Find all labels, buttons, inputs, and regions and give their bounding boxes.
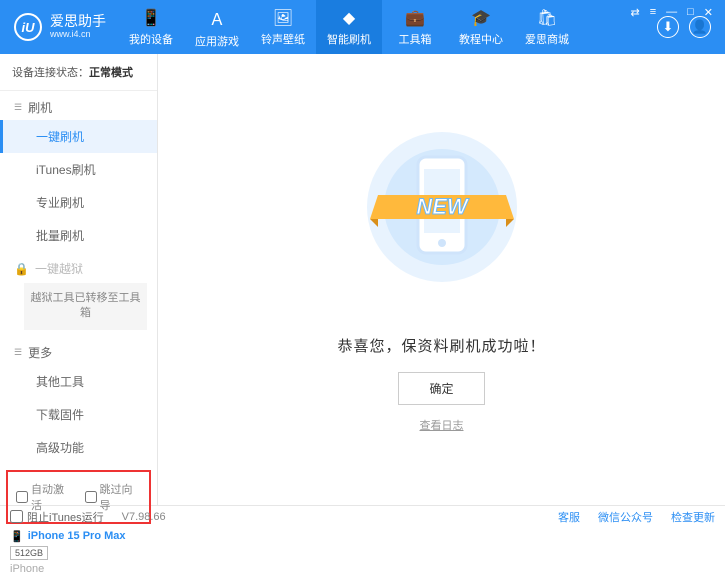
nav-ringtones[interactable]: 🖼铃声壁纸 bbox=[250, 0, 316, 54]
logo-icon: iU bbox=[14, 13, 42, 41]
sidebar-item-itunes[interactable]: iTunes刷机 bbox=[0, 153, 157, 186]
chevron-icon: ☰ bbox=[14, 347, 22, 358]
ok-button[interactable]: 确定 bbox=[398, 372, 484, 405]
storage-badge: 512GB bbox=[10, 546, 48, 560]
nav-toolbox[interactable]: 💼工具箱 bbox=[382, 0, 448, 54]
customer-link[interactable]: 客服 bbox=[558, 509, 580, 525]
toolbox-icon: 💼 bbox=[405, 8, 425, 28]
app-url: www.i4.cn bbox=[50, 30, 106, 40]
main-content: NEW 恭喜您，保资料刷机成功啦！ 确定 查看日志 bbox=[158, 54, 725, 505]
menu-icon[interactable]: ≡ bbox=[650, 6, 656, 19]
app-name: 爱思助手 bbox=[50, 14, 106, 29]
sidebar-item-pro[interactable]: 专业刷机 bbox=[0, 186, 157, 219]
minimize-icon[interactable]: — bbox=[666, 6, 677, 19]
tutorial-icon: 🎓 bbox=[471, 8, 491, 28]
close-icon[interactable]: ✕ bbox=[704, 6, 713, 19]
sidebar: 设备连接状态：正常模式 ☰ 刷机 一键刷机 iTunes刷机 专业刷机 批量刷机… bbox=[0, 54, 158, 505]
flash-icon: ◆ bbox=[343, 8, 355, 28]
sidebar-item-oneclick[interactable]: 一键刷机 bbox=[0, 120, 157, 153]
svg-text:NEW: NEW bbox=[416, 194, 470, 219]
success-message: 恭喜您，保资料刷机成功啦！ bbox=[337, 335, 545, 356]
section-flash[interactable]: ☰ 刷机 bbox=[0, 91, 157, 120]
device-type: iPhone bbox=[10, 563, 147, 575]
apps-icon: Ａ bbox=[209, 6, 225, 30]
sidebar-item-batch[interactable]: 批量刷机 bbox=[0, 219, 157, 252]
sidebar-item-firmware[interactable]: 下载固件 bbox=[0, 398, 157, 431]
check-update-link[interactable]: 检查更新 bbox=[671, 509, 715, 525]
sync-icon[interactable]: ⇄ bbox=[630, 6, 639, 19]
lock-icon: 🔒 bbox=[14, 262, 29, 276]
device-name[interactable]: 📱 iPhone 15 Pro Max bbox=[10, 530, 147, 543]
nav-tutorials[interactable]: 🎓教程中心 bbox=[448, 0, 514, 54]
nav-store[interactable]: 🛍爱思商城 bbox=[514, 0, 580, 54]
nav-flash[interactable]: ◆智能刷机 bbox=[316, 0, 382, 54]
nav-my-device[interactable]: 📱我的设备 bbox=[118, 0, 184, 54]
top-nav: 📱我的设备 Ａ应用游戏 🖼铃声壁纸 ◆智能刷机 💼工具箱 🎓教程中心 🛍爱思商城 bbox=[118, 0, 643, 54]
download-button[interactable]: ⬇ bbox=[657, 16, 679, 38]
device-status: 设备连接状态：正常模式 bbox=[0, 54, 157, 91]
user-button[interactable]: 👤 bbox=[689, 16, 711, 38]
nav-apps[interactable]: Ａ应用游戏 bbox=[184, 0, 250, 54]
view-log-link[interactable]: 查看日志 bbox=[420, 417, 464, 433]
device-icon: 📱 bbox=[141, 8, 161, 28]
maximize-icon[interactable]: □ bbox=[687, 6, 694, 19]
section-jailbreak: 🔒 一键越狱 bbox=[0, 252, 157, 281]
jailbreak-note: 越狱工具已转移至工具箱 bbox=[24, 283, 147, 330]
wallpaper-icon: 🖼 bbox=[273, 8, 293, 28]
section-more[interactable]: ☰ 更多 bbox=[0, 336, 157, 365]
sidebar-item-other[interactable]: 其他工具 bbox=[0, 365, 157, 398]
chevron-icon: ☰ bbox=[14, 102, 22, 113]
store-icon: 🛍 bbox=[537, 8, 557, 28]
app-logo: iU 爱思助手 www.i4.cn bbox=[0, 13, 118, 41]
sidebar-item-advanced[interactable]: 高级功能 bbox=[0, 431, 157, 464]
phone-icon: 📱 bbox=[10, 530, 24, 543]
wechat-link[interactable]: 微信公众号 bbox=[598, 509, 653, 525]
block-itunes-checkbox[interactable]: 阻止iTunes运行 bbox=[10, 509, 104, 525]
version-label: V7.98.66 bbox=[122, 511, 166, 523]
success-illustration: NEW bbox=[342, 117, 542, 317]
